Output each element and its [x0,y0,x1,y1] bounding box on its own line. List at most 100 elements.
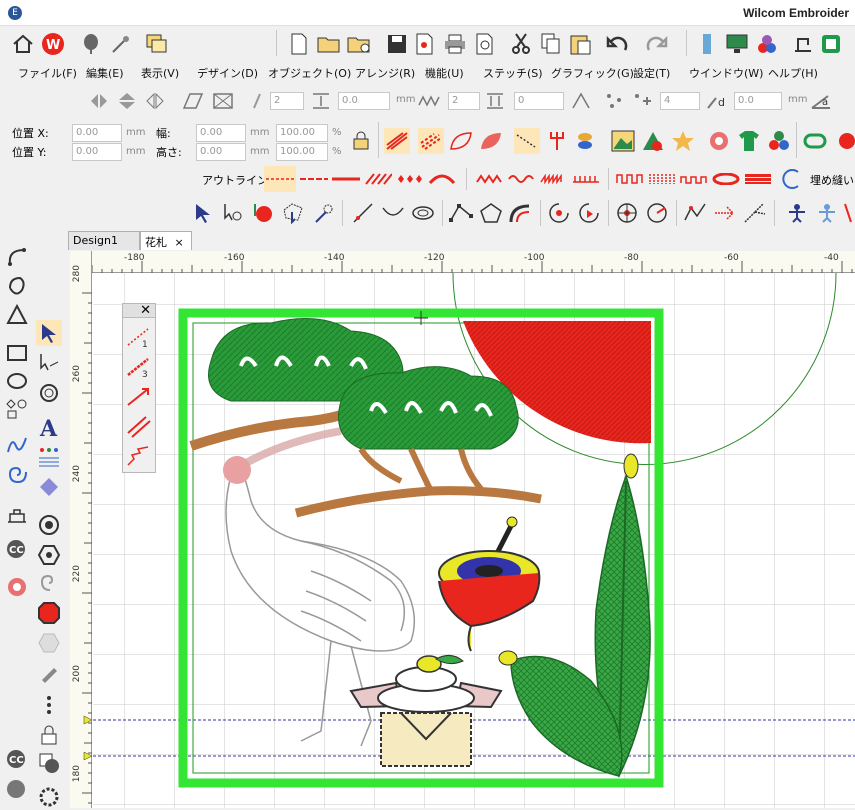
lace-tool-icon[interactable] [4,574,30,600]
save-icon[interactable] [384,31,410,57]
outline-bars-icon[interactable] [646,166,678,192]
leaf-outline-icon[interactable] [448,128,474,154]
zigzag-icon[interactable] [418,90,440,112]
radial-icon[interactable] [614,200,640,226]
paste-icon[interactable] [568,31,594,57]
outline-wave-icon[interactable] [506,166,538,192]
open-recent-icon[interactable] [346,31,372,57]
menu-function[interactable]: 機能(U) [425,65,464,81]
end-point-icon[interactable] [576,200,602,226]
people-icon[interactable] [784,200,810,226]
copy-icon[interactable] [538,31,564,57]
left-gear-icon[interactable] [36,784,62,810]
curve-nodes-icon[interactable] [508,200,534,226]
outline-sawtooth-icon[interactable] [538,166,570,192]
open-folder-icon[interactable] [316,31,342,57]
reshape-icon[interactable] [220,200,246,226]
menu-stitch[interactable]: ステッチ(S) [483,65,543,81]
green-frame-icon[interactable] [818,31,844,57]
rectangle-tool-icon[interactable] [4,340,30,366]
open-curve-tool-icon[interactable] [4,244,30,270]
monogram-icon[interactable] [36,474,62,500]
polygon-tool-icon[interactable] [4,302,30,328]
pentagon-nodes-icon[interactable] [478,200,504,226]
left-reshape-icon[interactable] [36,350,62,376]
menu-graphic[interactable]: グラフィック(G) [551,65,634,81]
color-select-icon[interactable] [250,200,276,226]
star-icon[interactable] [670,128,696,154]
outline-dash-long-icon[interactable] [298,166,330,192]
fish-icon[interactable] [574,128,600,154]
panel-close-icon[interactable]: ✕ [140,303,151,318]
color-balls-icon[interactable] [766,128,792,154]
outline-square-wave-icon[interactable] [614,166,646,192]
angle-a-icon[interactable]: a [810,90,832,112]
outline-c-icon[interactable] [778,166,804,192]
monitor-icon[interactable] [724,31,750,57]
extra-icon[interactable] [834,128,855,154]
left-stop-icon[interactable] [36,600,62,626]
arrow-run-icon[interactable] [126,384,152,410]
picture-icon[interactable] [610,128,636,154]
ellipse-tool-icon[interactable] [4,368,30,394]
export-image-icon[interactable] [412,31,438,57]
flip-vertical-icon[interactable] [116,90,138,112]
run-1-icon[interactable]: 1 [126,324,152,350]
frame-icon-2[interactable] [846,31,855,57]
team-names-icon[interactable] [36,444,62,470]
height-spacing-icon[interactable] [310,90,332,112]
cc-tool-2-icon[interactable]: CC [4,746,30,772]
mirror-icon[interactable] [144,90,166,112]
shirt-icon[interactable] [736,128,762,154]
shapes-tool-icon[interactable] [4,396,30,422]
motif-icon[interactable] [706,128,732,154]
spacing-field-3[interactable]: 2 [448,92,480,110]
left-pencil-icon[interactable] [36,660,62,686]
nodes-icon[interactable] [448,200,474,226]
start-point-icon[interactable] [546,200,572,226]
print-icon[interactable] [442,31,468,57]
outline-slant-icon[interactable] [362,166,394,192]
scatter-icon[interactable] [604,90,626,112]
feather-fill-icon[interactable] [478,128,504,154]
outline-dashed-icon[interactable] [264,166,296,192]
wand-icon[interactable] [108,31,134,57]
direction-icon[interactable] [712,200,738,226]
spiral-tool-icon[interactable] [4,462,30,488]
left-hexagon-icon[interactable] [36,542,62,568]
scatter-plus-icon[interactable] [632,90,654,112]
width-percent-input[interactable]: 100.00 [276,124,328,142]
menu-settings[interactable]: 設定(T) [633,65,670,81]
height-input[interactable]: 0.00 [196,143,246,161]
fork-icon[interactable] [544,128,570,154]
balloon-icon[interactable] [78,31,104,57]
spiral-icon[interactable] [644,200,670,226]
new-file-icon[interactable] [286,31,312,57]
panel-header[interactable]: ✕ [123,303,155,318]
cc-tool-icon[interactable]: CC [4,536,30,562]
menu-edit[interactable]: 編集(E) [86,65,124,81]
left-hex-outline-icon[interactable] [36,630,62,656]
resize-icon[interactable] [212,90,234,112]
skew-icon[interactable] [182,90,204,112]
left-target-icon[interactable] [36,512,62,538]
vertical-spacing-icon[interactable] [484,90,506,112]
menu-design[interactable]: デザイン(D) [197,65,258,81]
spacing-field-4[interactable]: 0 [514,92,564,110]
tab-design1[interactable]: Design1 [68,231,140,250]
app-icon[interactable]: E [8,6,22,20]
menu-help[interactable]: ヘルプ(H) [768,65,818,81]
branching-icon[interactable] [742,200,768,226]
tab-close-icon[interactable]: × [175,236,184,249]
polygon-select-icon[interactable] [280,200,306,226]
outline-diamond-icon[interactable] [394,166,426,192]
outline-triple-icon[interactable] [330,166,362,192]
outline-loops-icon[interactable] [710,166,742,192]
redo-icon[interactable] [644,31,670,57]
angle-icon[interactable] [246,90,268,112]
applique-tool-icon[interactable] [4,502,30,528]
wilcom-logo-icon[interactable]: W [40,31,66,57]
closed-curve-tool-icon[interactable] [4,274,30,300]
left-dots-icon[interactable] [36,692,62,718]
machine-icon[interactable] [790,31,816,57]
